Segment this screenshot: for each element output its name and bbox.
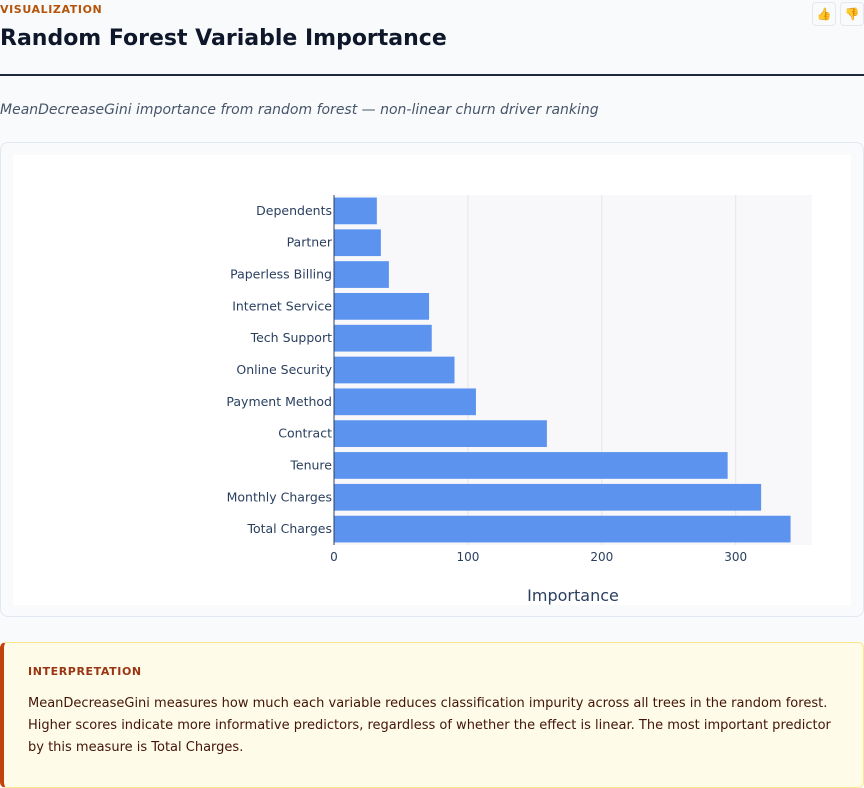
x-tick-label: 300 — [724, 550, 747, 564]
bar-paperless-billing[interactable] — [334, 261, 389, 288]
eyebrow-label: VISUALIZATION — [0, 3, 103, 16]
y-category-label: Total Charges — [246, 521, 332, 536]
interpretation-text: MeanDecreaseGini measures how much each … — [28, 696, 831, 755]
x-tick-label: 200 — [590, 550, 613, 564]
bar-internet-service[interactable] — [334, 293, 430, 320]
y-category-label: Contract — [278, 426, 332, 441]
thumbs-down-icon: 👎 — [844, 7, 860, 21]
chart-subtitle: MeanDecreaseGini importance from random … — [0, 102, 599, 118]
chart-card: Dependents Partner Paperless Billing Intern… — [0, 142, 864, 617]
y-category-label: Tenure — [289, 457, 332, 472]
bar-dependents[interactable] — [334, 197, 377, 225]
bar-tech-support[interactable] — [334, 324, 432, 352]
interpretation-panel: INTERPRETATION MeanDecreaseGini measures… — [0, 642, 864, 788]
feedback-group: 👍 👎 — [812, 2, 864, 26]
y-category-label: Online Security — [236, 362, 332, 377]
y-category-label: Payment Method — [226, 394, 332, 409]
x-tick-label: 100 — [456, 550, 479, 564]
thumbs-up-button[interactable]: 👍 — [812, 2, 836, 26]
y-category-label: Paperless Billing — [230, 267, 332, 282]
chart-container: Dependents Partner Paperless Billing Intern… — [13, 155, 851, 605]
y-category-label: Partner — [287, 235, 333, 250]
bar-tenure[interactable] — [334, 452, 728, 479]
importance-bar-chart: Dependents Partner Paperless Billing Intern… — [226, 195, 812, 605]
bar-online-security[interactable] — [334, 356, 455, 384]
interpretation-label: INTERPRETATION — [28, 665, 142, 678]
y-category-label: Tech Support — [250, 330, 332, 345]
bar-monthly-charges[interactable] — [334, 483, 762, 511]
bar-partner[interactable] — [334, 229, 381, 257]
bar-payment-method[interactable] — [334, 388, 476, 416]
header-divider — [0, 74, 864, 76]
bar-total-charges[interactable] — [334, 515, 791, 543]
thumbs-up-icon: 👍 — [816, 7, 832, 21]
y-category-label: Internet Service — [232, 298, 332, 313]
thumbs-down-button[interactable]: 👎 — [840, 2, 864, 26]
x-tick-label: 0 — [330, 550, 338, 564]
page-title: Random Forest Variable Importance — [0, 26, 447, 51]
x-axis-label: Importance — [527, 586, 619, 605]
bar-contract[interactable] — [334, 420, 547, 447]
y-category-label: Monthly Charges — [227, 489, 332, 504]
y-category-label: Dependents — [256, 203, 332, 218]
